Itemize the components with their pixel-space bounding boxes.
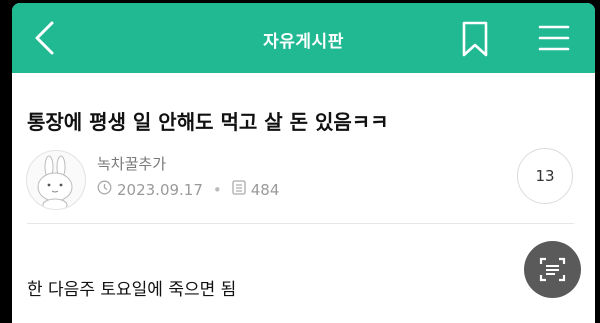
bookmark-button[interactable] xyxy=(460,20,490,58)
bookmark-icon xyxy=(462,21,488,57)
meta-separator: • xyxy=(212,180,222,199)
text-scan-icon xyxy=(539,257,566,282)
views-icon xyxy=(232,180,246,199)
post-title: 통장에 평생 일 안해도 먹고 살 돈 있음ㅋㅋ xyxy=(27,110,389,134)
author-name[interactable]: 녹차꿀추가 xyxy=(97,153,166,174)
bunny-avatar-icon xyxy=(37,155,73,209)
post-body: 한 다음주 토요일에 죽으면 됨 xyxy=(27,280,237,300)
top-bar: 자유게시판 xyxy=(12,3,595,73)
menu-button[interactable] xyxy=(537,23,571,53)
post-date: 2023.09.17 xyxy=(117,180,203,199)
view-count: 484 xyxy=(250,180,280,199)
post-meta: 2023.09.17 • 484 xyxy=(97,180,279,199)
clock-icon xyxy=(97,180,112,199)
text-scan-button[interactable] xyxy=(524,241,581,298)
divider xyxy=(27,223,574,224)
author-avatar[interactable] xyxy=(26,150,86,210)
comment-count-button[interactable]: 13 xyxy=(517,148,573,204)
app-screen: 자유게시판 통장에 평생 일 안해도 먹고 살 돈 있음ㅋㅋ 녹차꿀추가 202… xyxy=(12,3,595,323)
hamburger-menu-icon xyxy=(538,25,570,51)
board-title: 자유게시판 xyxy=(263,32,344,52)
